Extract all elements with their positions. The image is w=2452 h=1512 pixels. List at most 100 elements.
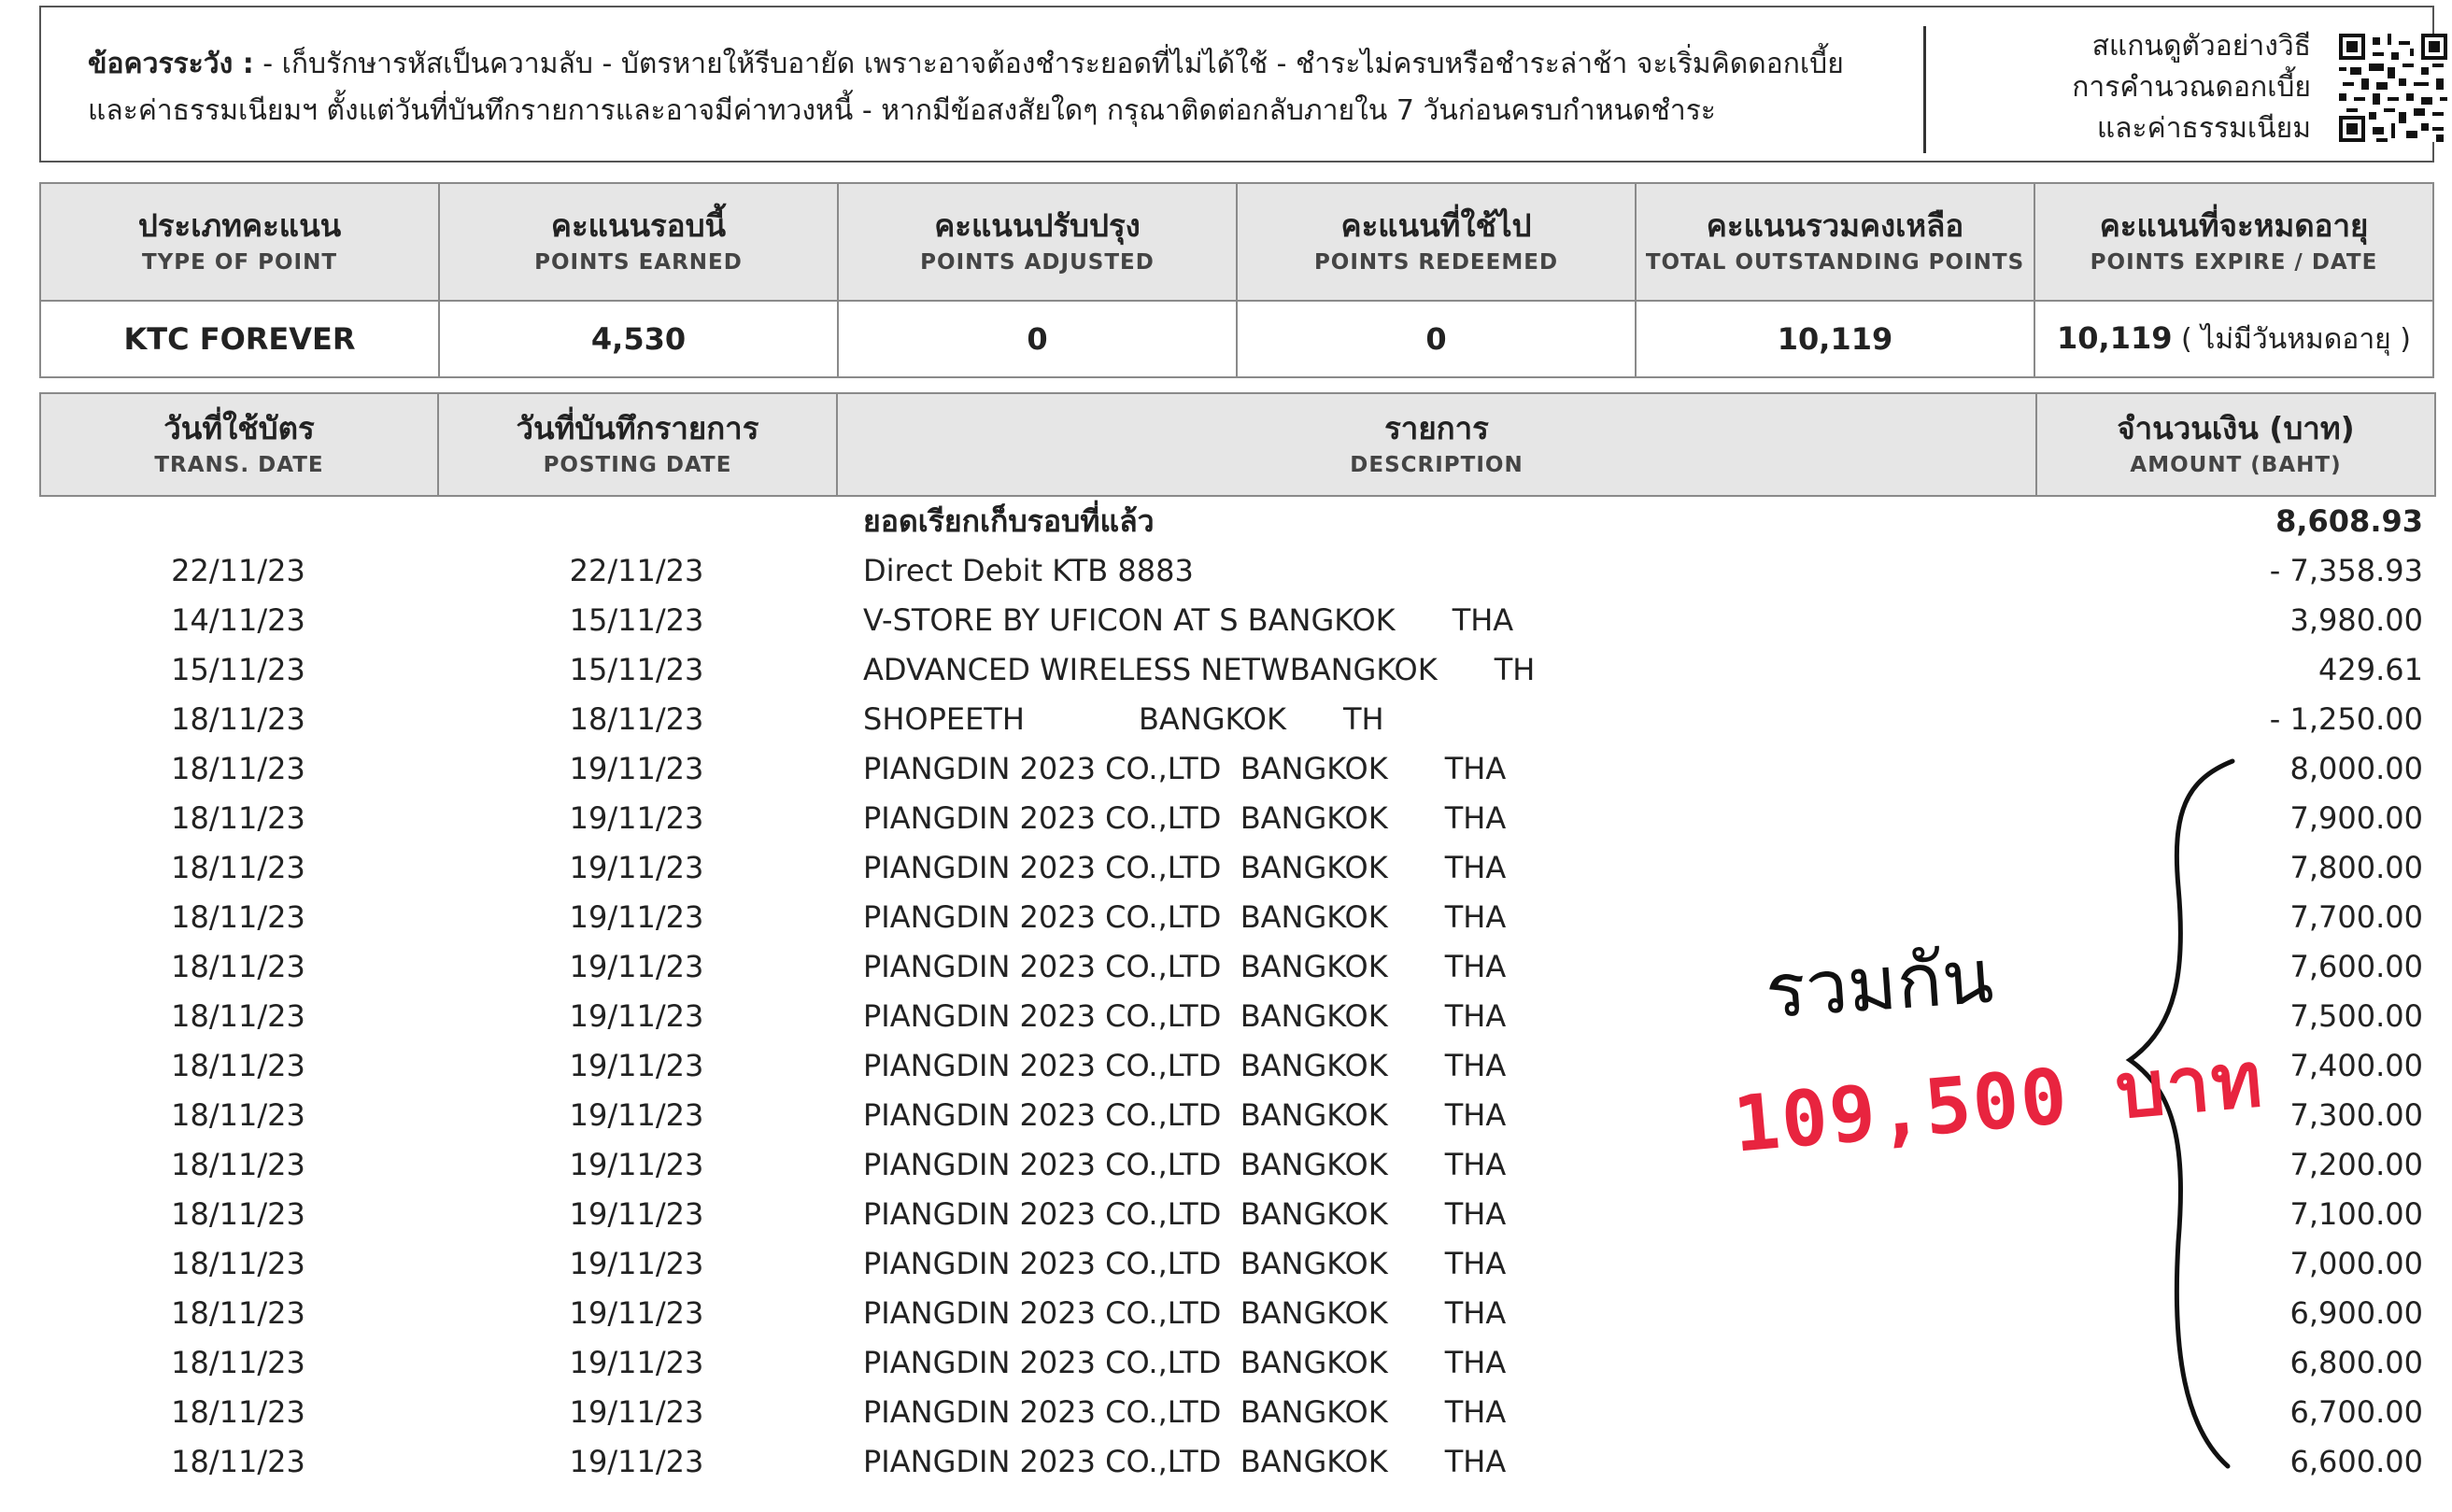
trans-date-cell: 18/11/23	[171, 1048, 305, 1083]
previous-balance-amount: 8,608.93	[2275, 503, 2423, 539]
posting-date-cell: 19/11/23	[569, 949, 704, 984]
posting-date-cell: 15/11/23	[569, 652, 704, 687]
table-row: 18/11/23 18/11/23 SHOPEETH BANGKOK TH - 1,2…	[39, 695, 2434, 744]
table-row: 15/11/23 15/11/23 ADVANCED WIRELESS NETWBA…	[39, 645, 2434, 695]
points-outstanding-value: 10,119	[1635, 300, 2035, 378]
posting-date-cell: 18/11/23	[569, 701, 704, 737]
description-cell: PIANGDIN 2023 CO.,LTD BANGKOK THA	[863, 1295, 1507, 1331]
trans-date-cell: 18/11/23	[171, 1196, 305, 1232]
notice-heading: ข้อควรระวัง :	[88, 48, 254, 80]
trans-date-cell: 18/11/23	[171, 1147, 305, 1182]
header-description: รายการ DESCRIPTION	[836, 392, 2037, 497]
description-cell: PIANGDIN 2023 CO.,LTD BANGKOK THA	[863, 1394, 1507, 1430]
trans-date-cell: 18/11/23	[171, 800, 305, 836]
trans-date-cell: 22/11/23	[171, 553, 305, 588]
points-value-row: KTC FOREVER 4,530 0 0 10,119 10,119 ( ไม…	[39, 300, 2434, 378]
scan-line-1: สแกนดูตัวอย่างวิธี	[2091, 30, 2311, 63]
scan-instructions: สแกนดูตัวอย่างวิธี การคำนวณดอกเบี้ย และค…	[2003, 26, 2311, 149]
posting-date-cell: 19/11/23	[569, 899, 704, 935]
points-expire-cell: 10,119 ( ไม่มีวันหมดอายุ )	[2034, 300, 2434, 378]
trans-date-cell: 18/11/23	[171, 899, 305, 935]
trans-date-cell: 18/11/23	[171, 751, 305, 786]
posting-date-cell: 19/11/23	[569, 998, 704, 1034]
points-header-redeemed: คะแนนที่ใช้ไป POINTS REDEEMED	[1236, 182, 1637, 302]
table-row: 18/11/23 19/11/23 PIANGDIN 2023 CO.,LTD BA…	[39, 1289, 2434, 1338]
table-row: 18/11/23 19/11/23 PIANGDIN 2023 CO.,LTD BA…	[39, 1338, 2434, 1388]
posting-date-cell: 22/11/23	[569, 553, 704, 588]
description-cell: PIANGDIN 2023 CO.,LTD BANGKOK THA	[863, 1246, 1507, 1281]
points-expire-value: 10,119	[2057, 319, 2173, 356]
table-row: 18/11/23 19/11/23 PIANGDIN 2023 CO.,LTD BA…	[39, 1388, 2434, 1437]
description-cell: PIANGDIN 2023 CO.,LTD BANGKOK THA	[863, 1444, 1507, 1479]
posting-date-cell: 19/11/23	[569, 1295, 704, 1331]
trans-date-cell: 18/11/23	[171, 850, 305, 885]
description-cell: ADVANCED WIRELESS NETWBANGKOK TH	[863, 652, 1536, 687]
previous-balance-label: ยอดเรียกเก็บรอบที่แล้ว	[863, 503, 1155, 539]
table-row: 18/11/23 19/11/23 PIANGDIN 2023 CO.,LTD BA…	[39, 843, 2434, 893]
scan-line-2: การคำนวณดอกเบี้ย	[2072, 71, 2311, 104]
amount-cell: - 7,358.93	[2269, 553, 2423, 588]
points-header-type: ประเภทคะแนน TYPE OF POINT	[39, 182, 440, 302]
posting-date-cell: 19/11/23	[569, 1097, 704, 1133]
description-cell: PIANGDIN 2023 CO.,LTD BANGKOK THA	[863, 751, 1507, 786]
trans-date-cell: 18/11/23	[171, 949, 305, 984]
posting-date-cell: 19/11/23	[569, 1147, 704, 1182]
points-adjusted-value: 0	[837, 300, 1238, 378]
trans-date-cell: 18/11/23	[171, 1345, 305, 1380]
amount-cell: - 1,250.00	[2269, 701, 2423, 737]
table-row: 18/11/23 19/11/23 PIANGDIN 2023 CO.,LTD BA…	[39, 1190, 2434, 1239]
notice-divider	[1923, 26, 1926, 153]
points-table: ประเภทคะแนน TYPE OF POINT คะแนนรอบนี้ POIN…	[39, 182, 2434, 378]
notice-line1: - เก็บรักษารหัสเป็นความลับ - บัตรหายให้ร…	[253, 48, 1844, 80]
table-row: 18/11/23 19/11/23 PIANGDIN 2023 CO.,LTD BA…	[39, 1239, 2434, 1289]
amount-cell: 3,980.00	[2289, 602, 2424, 638]
notice-line2: และค่าธรรมเนียมฯ ตั้งแต่วันที่บันทึกรายก…	[88, 94, 1716, 127]
description-cell: PIANGDIN 2023 CO.,LTD BANGKOK THA	[863, 800, 1507, 836]
table-row: 18/11/23 19/11/23 PIANGDIN 2023 CO.,LTD BA…	[39, 893, 2434, 942]
points-header-row: ประเภทคะแนน TYPE OF POINT คะแนนรอบนี้ POIN…	[39, 182, 2434, 302]
handwritten-label: รวมกัน	[1763, 932, 1996, 1036]
points-header-outstanding: คะแนนรวมคงเหลือ TOTAL OUTSTANDING POINTS	[1635, 182, 2035, 302]
posting-date-cell: 19/11/23	[569, 1246, 704, 1281]
points-type-value: KTC FOREVER	[39, 300, 440, 378]
trans-date-cell: 18/11/23	[171, 1097, 305, 1133]
description-cell: PIANGDIN 2023 CO.,LTD BANGKOK THA	[863, 1196, 1507, 1232]
table-row: 18/11/23 19/11/23 PIANGDIN 2023 CO.,LTD BA…	[39, 942, 2434, 992]
notice-box: ข้อควรระวัง : - เก็บรักษารหัสเป็นความลับ…	[39, 6, 2447, 163]
table-row: 18/11/23 19/11/23 PIANGDIN 2023 CO.,LTD BA…	[39, 1437, 2434, 1487]
points-earned-value: 4,530	[438, 300, 839, 378]
header-trans-date: วันที่ใช้บัตร TRANS. DATE	[39, 392, 439, 497]
notice-text: ข้อควรระวัง : - เก็บรักษารหัสเป็นความลับ…	[88, 41, 1909, 134]
posting-date-cell: 19/11/23	[569, 1048, 704, 1083]
points-redeemed-value: 0	[1236, 300, 1637, 378]
trans-date-cell: 18/11/23	[171, 1394, 305, 1430]
description-cell: PIANGDIN 2023 CO.,LTD BANGKOK THA	[863, 850, 1507, 885]
description-cell: SHOPEETH BANGKOK TH	[863, 701, 1384, 737]
trans-date-cell: 18/11/23	[171, 1246, 305, 1281]
trans-date-cell: 18/11/23	[171, 701, 305, 737]
previous-balance-row: ยอดเรียกเก็บรอบที่แล้ว 8,608.93	[39, 497, 2434, 546]
table-row: 14/11/23 15/11/23 V-STORE BY UFICON AT S B…	[39, 596, 2434, 645]
posting-date-cell: 19/11/23	[569, 751, 704, 786]
trans-date-cell: 18/11/23	[171, 1444, 305, 1479]
posting-date-cell: 19/11/23	[569, 1196, 704, 1232]
trans-date-cell: 14/11/23	[171, 602, 305, 638]
description-cell: PIANGDIN 2023 CO.,LTD BANGKOK THA	[863, 1345, 1507, 1380]
amount-cell: 429.61	[2318, 652, 2423, 687]
trans-date-cell: 18/11/23	[171, 1295, 305, 1331]
table-row: 22/11/23 22/11/23 Direct Debit KTB 8883 - 7…	[39, 546, 2434, 596]
posting-date-cell: 19/11/23	[569, 800, 704, 836]
qr-code-icon[interactable]	[2339, 34, 2447, 142]
table-row: 18/11/23 19/11/23 PIANGDIN 2023 CO.,LTD BA…	[39, 794, 2434, 843]
header-amount: จำนวนเงิน (บาท) AMOUNT (BAHT)	[2035, 392, 2436, 497]
description-cell: V-STORE BY UFICON AT S BANGKOK THA	[863, 602, 1514, 638]
posting-date-cell: 19/11/23	[569, 1345, 704, 1380]
points-header-adjusted: คะแนนปรับปรุง POINTS ADJUSTED	[837, 182, 1238, 302]
posting-date-cell: 19/11/23	[569, 1394, 704, 1430]
points-expire-note: ( ไม่มีวันหมดอายุ )	[2172, 322, 2411, 356]
posting-date-cell: 19/11/23	[569, 850, 704, 885]
transactions-header: วันที่ใช้บัตร TRANS. DATE วันที่บันทึกราย…	[39, 392, 2436, 497]
posting-date-cell: 19/11/23	[569, 1444, 704, 1479]
trans-date-cell: 18/11/23	[171, 998, 305, 1034]
points-header-earned: คะแนนรอบนี้ POINTS EARNED	[438, 182, 839, 302]
